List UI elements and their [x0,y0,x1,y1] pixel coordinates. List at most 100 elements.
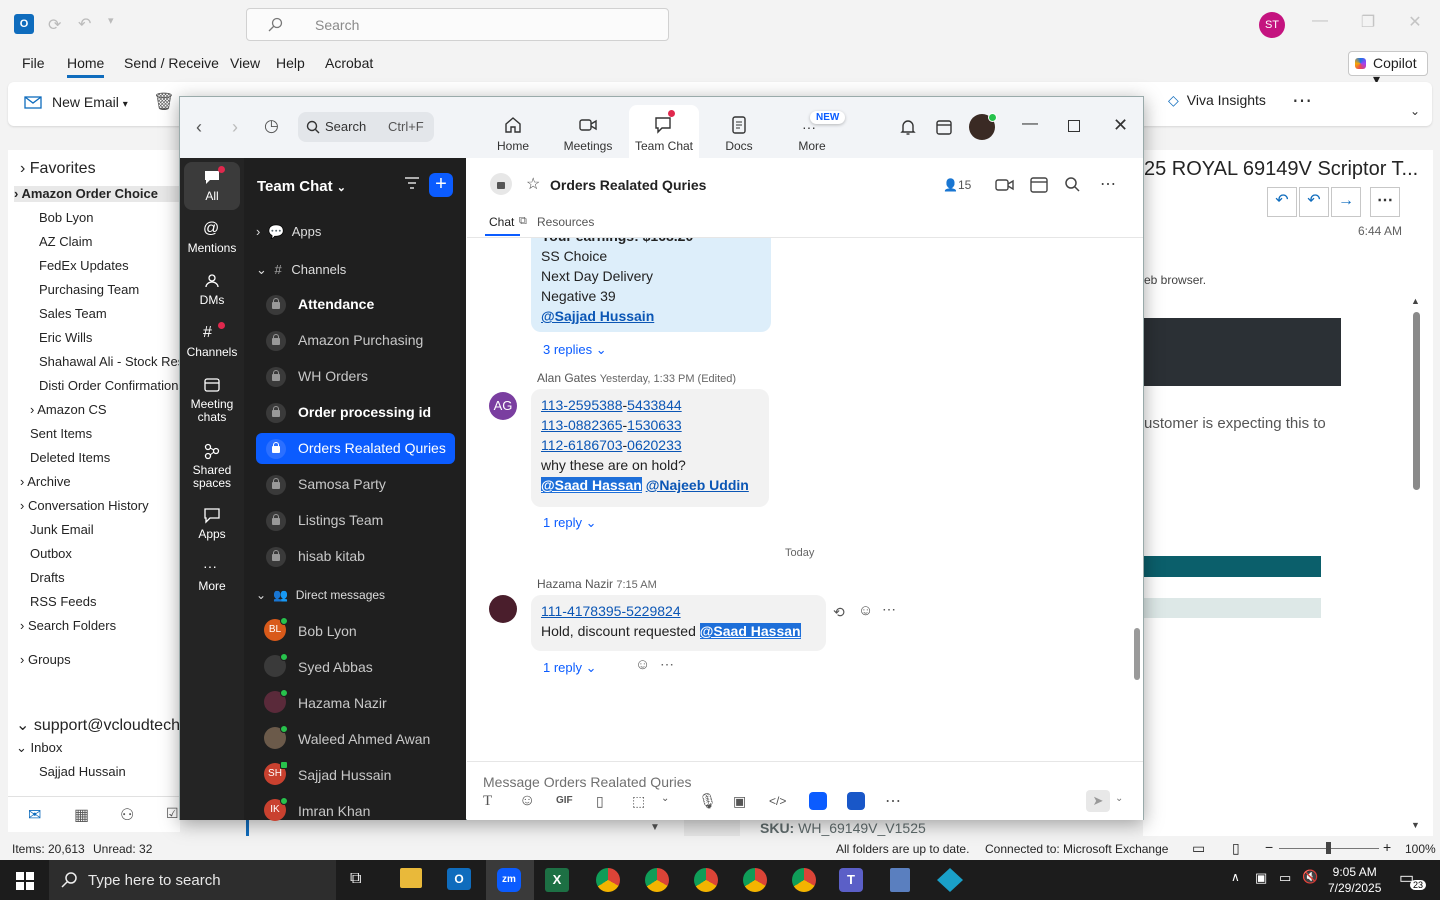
tray-chevron-icon[interactable]: ∧ [1231,870,1240,884]
menu-file[interactable]: File [22,55,45,71]
screenshot-options-icon[interactable]: ⌄ [661,793,669,804]
zoom-in-icon[interactable]: + [1383,839,1391,855]
microphone-icon[interactable]: 🎙 [698,792,717,810]
folder-search-folders[interactable]: › Search Folders [20,618,116,633]
user-avatar[interactable]: ST [1259,12,1285,38]
filter-icon[interactable] [404,176,420,190]
folder-archive[interactable]: › Archive [20,474,71,489]
minimize-icon[interactable]: — [1022,115,1038,133]
order-link[interactable]: 112-6186703 [541,437,622,453]
copilot-button[interactable]: Copilot ▾ [1348,51,1428,87]
close-icon[interactable]: ✕ [1402,12,1428,36]
maximize-icon[interactable]: ❐ [1355,12,1381,36]
folder-rss[interactable]: RSS Feeds [30,594,96,609]
normal-view-icon[interactable]: ▭ [1192,840,1205,857]
browser-note[interactable]: eb browser. [1144,273,1206,287]
tab-meetings[interactable]: Meetings [553,107,623,157]
dm-sajjad-hussain[interactable]: SH Sajjad Hussain [256,760,455,791]
viva-insights-button[interactable]: ◇ Viva Insights [1168,92,1266,109]
outlook-taskbar-icon[interactable]: O [447,868,471,890]
channel-hisab-kitab[interactable]: hisab kitab [256,541,455,572]
emoji-reaction-icon[interactable]: ☺ [858,602,873,619]
video-message-icon[interactable]: ▣ [733,793,746,810]
reply-icon[interactable]: ↶ [1267,187,1297,217]
folder-drafts[interactable]: Drafts [30,570,65,585]
history-icon[interactable]: ◷ [264,116,279,136]
message-bubble[interactable]: 111-4178395-5229824 Hold, discount reque… [531,595,826,651]
order-link[interactable]: 5433844 [627,397,682,413]
screenshot-icon[interactable]: ⬚ [632,793,645,810]
chrome-taskbar-icon[interactable] [645,868,669,892]
folder-item[interactable]: AZ Claim [39,234,92,249]
scrollbar-thumb[interactable] [1134,628,1140,680]
sidebar-title[interactable]: Team Chat ⌄ [257,178,346,195]
send-options-icon[interactable]: ⌄ [1115,793,1123,804]
taskbar-search[interactable]: Type here to search [49,860,336,900]
ribbon-collapse-icon[interactable]: ⌄ [1410,104,1420,118]
channel-more-icon[interactable]: ⋯ [1100,174,1116,194]
search-icon[interactable] [1064,176,1080,192]
rail-more[interactable]: ··· More [184,552,240,600]
menu-view[interactable]: View [230,55,260,71]
mail-icon[interactable]: ✉ [28,805,41,825]
ribbon-more-icon[interactable]: ⋯ [1292,88,1312,113]
code-icon[interactable]: </> [769,794,786,808]
channel-wh-orders[interactable]: WH Orders [256,361,455,392]
tray-app-icon[interactable]: ▣ [1255,870,1267,886]
taskbar-clock[interactable]: 9:05 AM 7/29/2025 [1328,864,1381,896]
dm-imran-khan[interactable]: IK Imran Khan [256,796,455,827]
zoom-out-icon[interactable]: − [1265,839,1273,855]
folder-item[interactable]: Shahawal Ali - Stock Reser [39,354,196,369]
bell-icon[interactable] [899,118,917,136]
reading-view-icon[interactable]: ▯ [1232,840,1240,857]
reply-in-thread-icon[interactable]: ⟲ [833,604,845,621]
folder-amazon-order-choice[interactable]: › Amazon Order Choice [14,186,180,202]
volume-muted-icon[interactable]: 🔇 [1302,869,1318,885]
folder-item[interactable]: Disti Order Confirmations [39,378,185,393]
menu-help[interactable]: Help [276,55,305,71]
mention[interactable]: @Saad Hassan [699,623,801,639]
order-link[interactable]: 0620233 [627,437,682,453]
excel-taskbar-icon[interactable]: X [545,868,569,892]
outlook-search-input[interactable]: Search [246,8,669,41]
mention[interactable]: @Saad Hassan [541,477,642,493]
message-more-icon[interactable]: ⋯ [882,601,896,618]
message-input[interactable]: Message Orders Realated Quries [483,774,692,790]
member-count[interactable]: 👤15 [943,178,971,192]
file-explorer-icon[interactable] [400,868,422,888]
chat-scrollbar[interactable] [1132,238,1142,761]
rail-dms[interactable]: DMs [184,266,240,314]
mention[interactable]: @Najeeb Uddin [646,477,749,493]
order-link[interactable]: 111-4178395-5229824 [541,601,816,621]
order-link[interactable]: 113-2595388 [541,397,622,413]
channel-title[interactable]: Orders Realated Quries [550,177,706,193]
replies-link[interactable]: 1 reply ⌄ [543,515,597,531]
chrome-taskbar-icon[interactable] [596,868,620,892]
calendar-icon[interactable] [935,118,953,136]
rail-mentions[interactable]: @ Mentions [184,214,240,262]
folder-deleted[interactable]: Deleted Items [30,450,110,465]
sync-icon[interactable]: ⟳ [48,15,61,35]
folder-inbox[interactable]: ⌄ Inbox [16,740,62,756]
channel-listings-team[interactable]: Listings Team [256,505,455,536]
folder-amazon-cs[interactable]: › Amazon CS [30,402,107,417]
email-more-icon[interactable]: ⋯ [1370,187,1400,217]
calendar-icon[interactable]: ▦ [74,805,89,825]
folder-sent[interactable]: Sent Items [30,426,92,441]
dm-waleed-ahmed-awan[interactable]: Waleed Ahmed Awan [256,724,455,755]
folder-junk[interactable]: Junk Email [30,522,94,537]
schedule-icon[interactable] [1030,175,1048,193]
menu-acrobat[interactable]: Acrobat [325,55,373,71]
composer-more-icon[interactable]: ⋯ [885,791,901,811]
account-name[interactable]: ⌄ support@vcloudtech.c [16,715,192,735]
folder-item[interactable]: Purchasing Team [39,282,139,297]
emoji-reaction-icon[interactable]: ☺ [635,656,650,673]
star-icon[interactable]: ☆ [526,174,540,194]
forward-icon[interactable]: › [232,117,238,138]
windows-start-icon[interactable] [16,872,34,890]
chrome-taskbar-icon[interactable] [743,868,767,892]
replies-link[interactable]: 1 reply ⌄ [543,660,597,676]
zoom-search-input[interactable]: Search Ctrl+F [298,112,434,142]
zoom-slider-thumb[interactable] [1326,842,1331,854]
gif-icon[interactable]: GIF [556,795,573,806]
